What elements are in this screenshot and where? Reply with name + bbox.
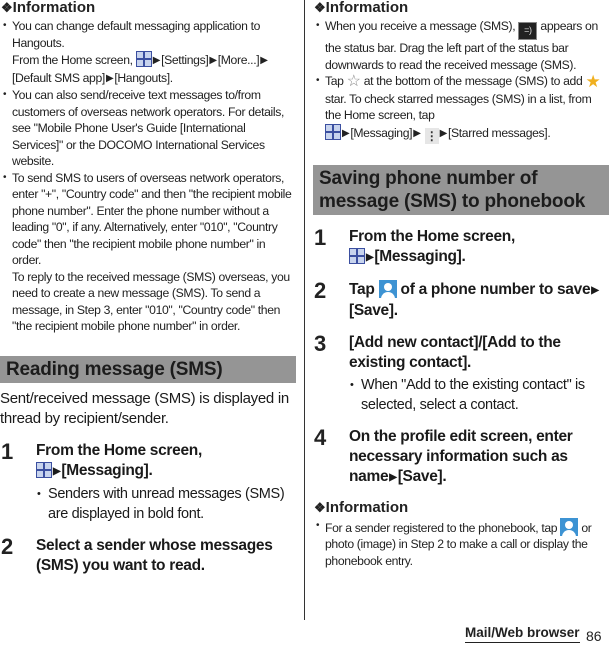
arrow-icon: ▶ [591, 284, 599, 296]
message-notification-icon: =) [518, 22, 538, 40]
info-item: You can also send/receive text messages … [0, 87, 296, 170]
section-heading-saving: Saving phone number of message (SMS) to … [313, 164, 609, 215]
left-column: ❖Information You can change default mess… [0, 0, 296, 576]
arrow-icon: ▶ [105, 72, 114, 84]
arrow-icon: ▶ [413, 127, 421, 139]
column-divider [304, 0, 305, 620]
section-heading-reading: Reading message (SMS) [0, 355, 296, 383]
diamond-icon: ❖ [314, 499, 326, 515]
info-list: When you receive a message (SMS), =) app… [313, 18, 609, 144]
info-item: Tap ☆ at the bottom of the message (SMS)… [313, 73, 609, 144]
menu-icon: ⋮ [424, 127, 439, 144]
step-1: 1 From the Home screen, ▶[Messaging]. [313, 224, 609, 268]
step-note: When "Add to the existing contact" is se… [349, 375, 609, 415]
step-number: 1 [314, 224, 327, 250]
apps-icon [349, 247, 365, 264]
arrow-icon: ▶ [260, 55, 268, 66]
info-list: You can change default messaging applica… [0, 18, 296, 335]
step-number: 2 [314, 277, 327, 303]
diamond-icon: ❖ [314, 0, 326, 15]
step-4: 4 On the profile edit screen, enter nece… [313, 424, 609, 488]
step-number: 1 [1, 438, 14, 464]
contact-icon [560, 517, 579, 536]
arrow-icon: ▶ [209, 55, 217, 66]
step-number: 4 [314, 424, 327, 450]
star-icon: ★ [585, 72, 601, 91]
info-item: You can change default messaging applica… [0, 18, 296, 87]
right-column: ❖Information When you receive a message … [313, 0, 609, 569]
arrow-icon: ▶ [152, 55, 161, 66]
step-number: 3 [314, 330, 327, 356]
info-heading: ❖Information [314, 498, 409, 516]
apps-icon [325, 123, 341, 140]
section-intro: Sent/received message (SMS) is displayed… [0, 389, 289, 427]
arrow-icon: ▶ [439, 127, 448, 139]
apps-icon [135, 51, 152, 67]
step-1: 1 From the Home screen, ▶[Messaging]. Se… [0, 438, 296, 524]
footer-section-title: Mail/Web browser [465, 625, 580, 643]
arrow-icon: ▶ [366, 251, 374, 263]
info-heading: ❖Information [314, 0, 409, 16]
info-heading: ❖Information [1, 0, 96, 16]
step-note: Senders with unread messages (SMS) are d… [36, 484, 296, 524]
step-2: 2 Tap of a phone number to save▶[Save]. [314, 277, 599, 319]
info-item: For a sender registered to the phonebook… [313, 517, 609, 570]
arrow-icon: ▶ [389, 471, 397, 483]
page-footer: Mail/Web browser 86 [0, 624, 609, 644]
step-number: 2 [1, 533, 14, 559]
diamond-icon: ❖ [1, 0, 13, 15]
apps-icon [36, 461, 52, 478]
star-outline-icon: ☆ [346, 73, 361, 90]
page-number: 86 [586, 628, 602, 644]
step-2: 2 Select a sender whose messages (SMS) y… [1, 533, 273, 574]
arrow-icon: ▶ [342, 127, 350, 139]
info-list: For a sender registered to the phonebook… [313, 517, 609, 570]
step-3: 3 [Add new contact]/[Add to the existing… [313, 330, 609, 415]
contact-icon [378, 279, 397, 298]
info-item: When you receive a message (SMS), =) app… [313, 18, 609, 73]
info-item: To send SMS to users of overseas network… [0, 170, 296, 335]
arrow-icon: ▶ [53, 465, 61, 477]
